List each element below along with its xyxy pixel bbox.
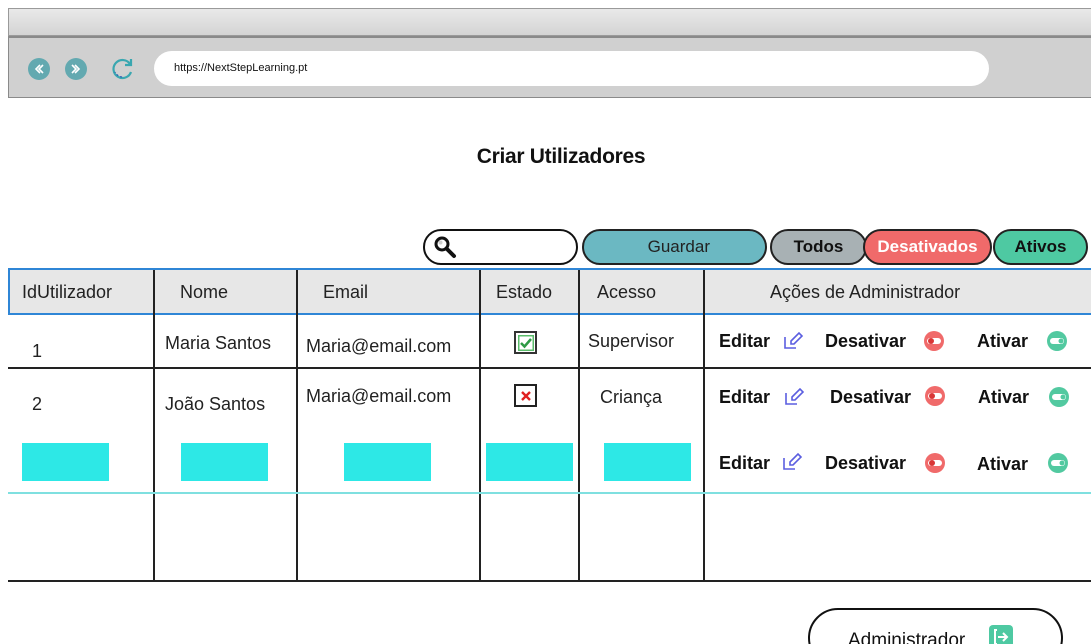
toggle-on-icon[interactable] [1046,330,1068,352]
column-header-id: IdUtilizador [22,282,113,302]
toggle-off-icon[interactable] [924,385,946,407]
toggle-off-icon[interactable] [923,330,945,352]
filter-active-button[interactable]: Ativos [993,229,1088,265]
edit-pencil-icon[interactable] [781,450,803,472]
search-field[interactable] [423,229,578,265]
url-bar[interactable]: https://NextStepLearning.pt [154,51,989,86]
edit-pencil-icon[interactable] [782,329,804,351]
table-bottom-border [8,580,1091,582]
administrator-button[interactable]: Administrador [808,608,1063,644]
toggle-off-icon[interactable] [924,452,946,474]
table-header: IdUtilizador Nome Email Estado Acesso Aç… [8,268,1091,315]
grid-line [578,270,580,582]
cell-name: Maria Santos [165,333,272,353]
row-divider [8,367,1091,369]
check-icon [517,334,534,351]
users-table: IdUtilizador Nome Email Estado Acesso Aç… [8,268,1091,582]
deactivate-action[interactable]: Desativar [830,387,911,408]
status-checkbox[interactable] [514,331,537,354]
deactivate-action[interactable]: Desativar [825,453,906,474]
grid-line [153,270,155,582]
column-header-actions: Ações de Administrador [770,282,961,302]
column-header-access: Acesso [597,282,657,302]
edit-action[interactable]: Editar [719,331,770,352]
new-email-field[interactable] [344,443,431,481]
save-button[interactable]: Guardar [582,229,767,265]
refresh-icon[interactable] [110,56,136,82]
new-id-field[interactable] [22,443,109,481]
cell-email: Maria@email.com [306,336,452,356]
magnifier-icon [434,236,456,258]
edit-action[interactable]: Editar [719,453,770,474]
cross-icon [520,390,531,401]
cell-email: Maria@email.com [306,386,452,406]
column-header-name: Nome [180,282,229,302]
page-title: Criar Utilizadores [476,145,646,168]
grid-line [479,270,481,582]
row-divider [8,492,1091,494]
new-access-field[interactable] [604,443,691,481]
activate-action[interactable]: Ativar [977,454,1028,475]
filter-inactive-button[interactable]: Desativados [863,229,992,265]
activate-action[interactable]: Ativar [977,331,1028,352]
browser-titlebar [8,8,1091,36]
activate-action[interactable]: Ativar [978,387,1029,408]
column-header-status: Estado [496,282,553,302]
new-status-field[interactable] [486,443,573,481]
browser-toolbar: https://NextStepLearning.pt [8,36,1091,98]
cell-name: João Santos [165,394,266,414]
back-arrow-icon[interactable] [28,58,50,80]
filter-all-button[interactable]: Todos [770,229,867,265]
row-divider [8,424,1091,426]
status-checkbox[interactable] [514,384,537,407]
exit-icon [989,625,1013,644]
forward-arrow-icon[interactable] [65,58,87,80]
cell-access: Criança [600,387,663,407]
toggle-on-icon[interactable] [1048,386,1070,408]
cell-id: 2 [32,394,43,414]
edit-pencil-icon[interactable] [783,385,805,407]
edit-action[interactable]: Editar [719,387,770,408]
search-input[interactable] [461,237,569,257]
administrator-label: Administrador [848,630,966,644]
deactivate-action[interactable]: Desativar [825,331,906,352]
cell-id: 1 [32,341,43,361]
grid-line [703,270,705,582]
new-name-field[interactable] [181,443,268,481]
toggle-on-icon[interactable] [1047,452,1069,474]
column-header-email: Email [323,282,369,302]
cell-access: Supervisor [588,331,675,351]
grid-line [296,270,298,582]
